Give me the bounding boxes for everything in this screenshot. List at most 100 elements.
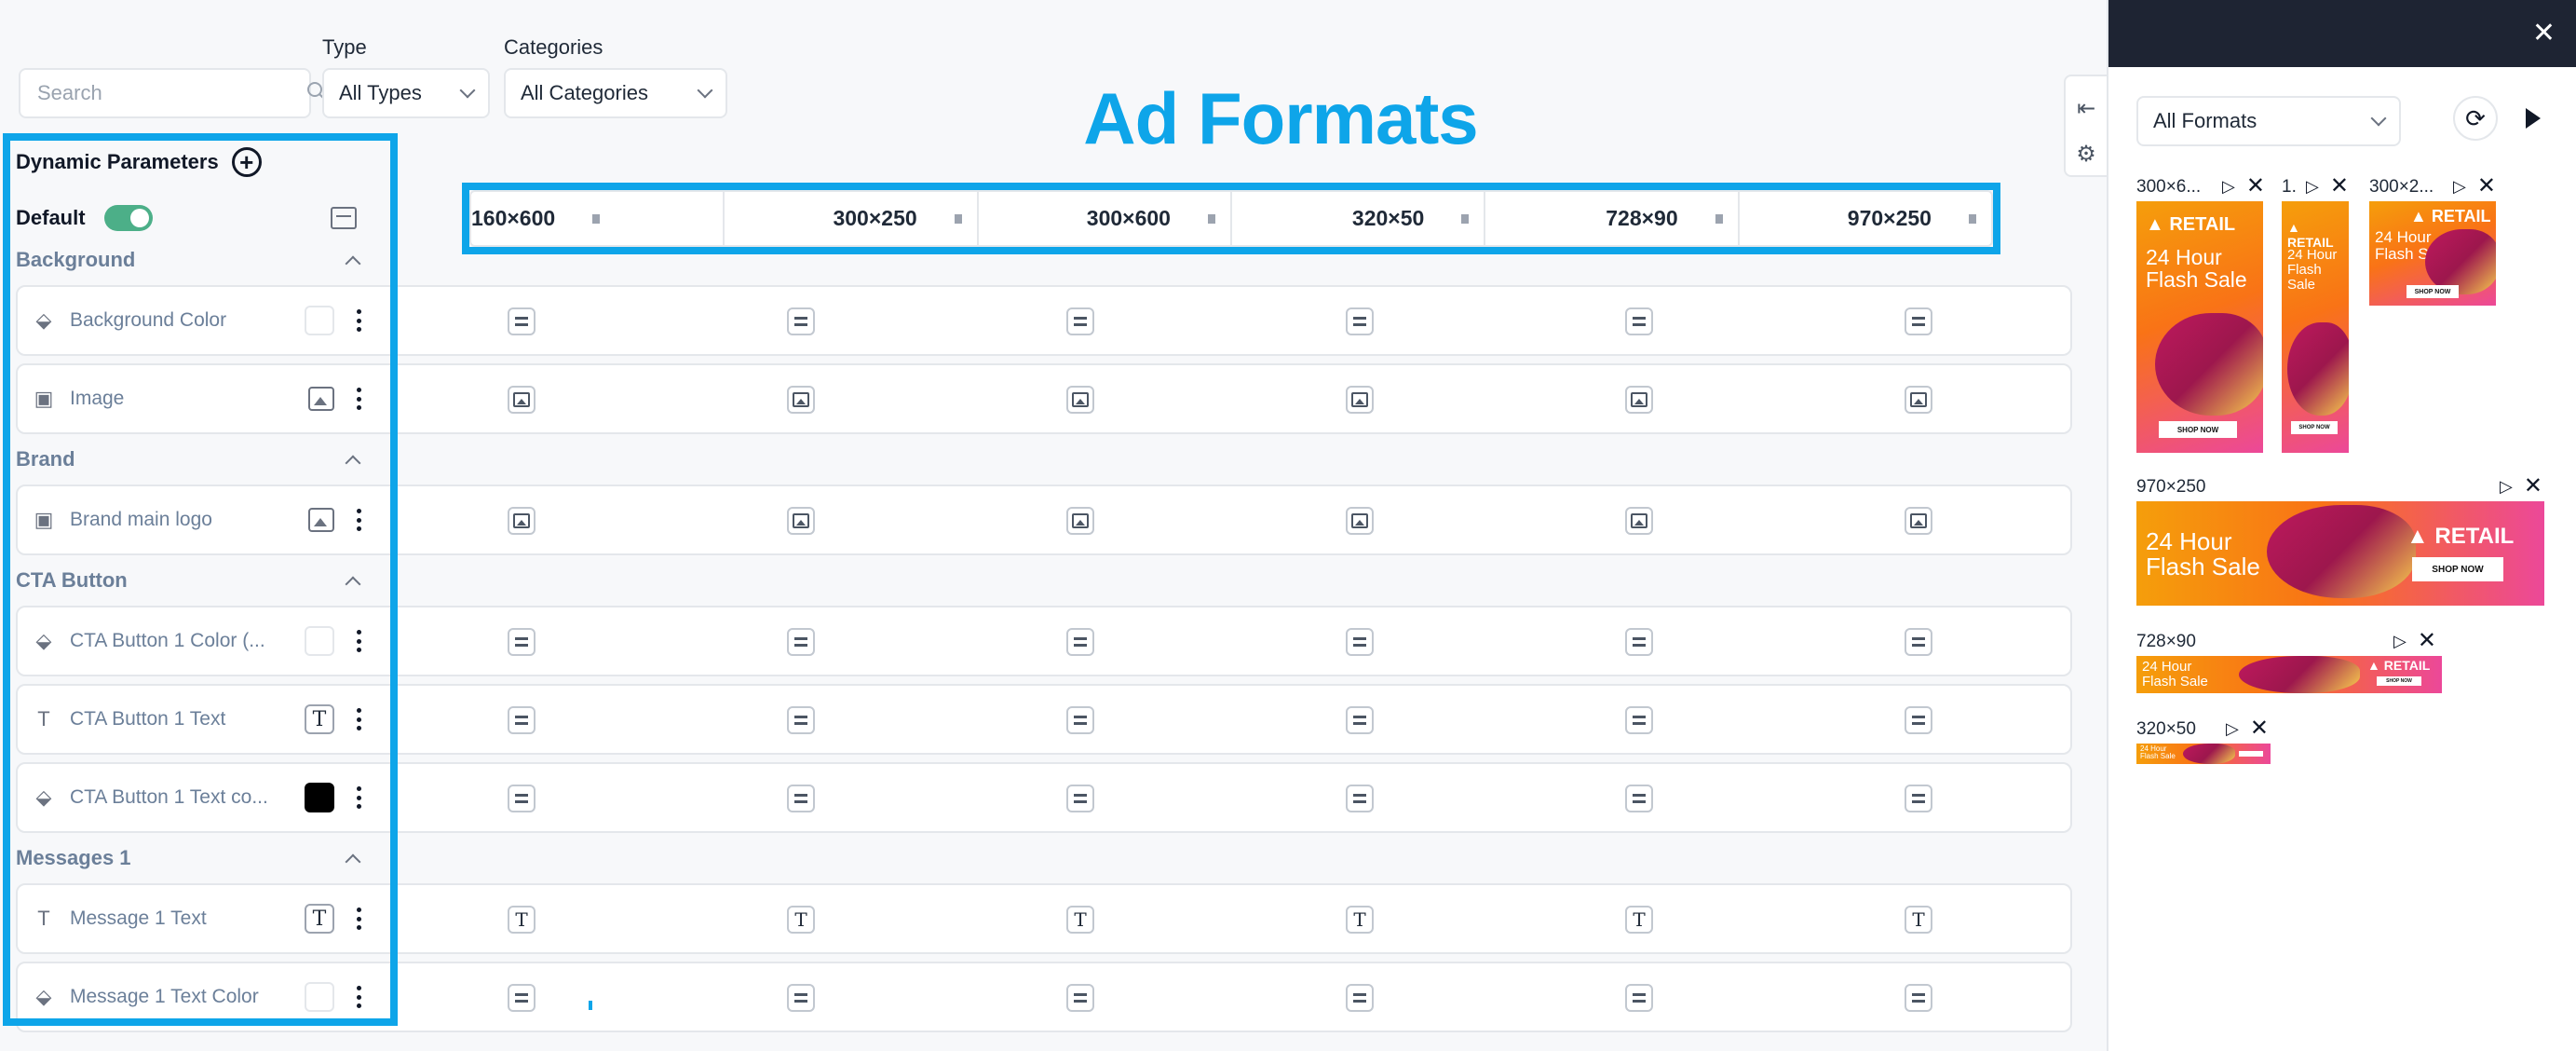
ad-preview-300x600[interactable]: ▲ RETAIL 24 Hour Flash Sale SHOP NOW — [2136, 201, 2263, 453]
format-image-icon[interactable] — [1346, 386, 1374, 414]
format-equals-icon[interactable] — [508, 984, 536, 1012]
format-equals-icon[interactable] — [1625, 307, 1653, 335]
format-equals-icon[interactable] — [787, 628, 815, 656]
format-equals-icon[interactable] — [1905, 307, 1932, 335]
more-options-icon[interactable] — [357, 986, 362, 1008]
format-equals-icon[interactable] — [1905, 628, 1932, 656]
format-image-icon[interactable] — [508, 507, 536, 535]
remove-icon[interactable]: ✕ — [2477, 175, 2496, 198]
format-image-icon[interactable] — [787, 507, 815, 535]
ad-preview-728x90[interactable]: 24 Hour Flash Sale ▲ RETAIL SHOP NOW — [2136, 656, 2442, 693]
categories-select[interactable]: All Categories — [504, 68, 727, 118]
drag-handle-icon[interactable] — [1461, 213, 1470, 224]
ad-preview-300x250[interactable]: ▲ RETAIL 24 Hour Flash Sale SHOP NOW — [2369, 201, 2496, 306]
preview-format-select[interactable]: All Formats — [2136, 96, 2401, 146]
remove-icon[interactable]: ✕ — [2250, 717, 2269, 740]
format-equals-icon[interactable] — [508, 706, 536, 734]
format-column-header[interactable]: 300×250 — [725, 192, 979, 245]
format-equals-icon[interactable] — [1066, 628, 1094, 656]
chevron-up-icon[interactable] — [345, 576, 361, 593]
play-icon[interactable]: ▷ — [2306, 177, 2319, 197]
parameter-row[interactable]: T Message 1 Text T T T T T T T — [16, 883, 2072, 954]
parameter-row[interactable]: ⬙ CTA Button 1 Text co... — [16, 762, 2072, 833]
ad-preview-320x50[interactable]: 24 Hour Flash Sale — [2136, 744, 2271, 764]
format-equals-icon[interactable] — [1625, 984, 1653, 1012]
format-equals-icon[interactable] — [1625, 628, 1653, 656]
color-swatch[interactable] — [305, 783, 334, 812]
search-box[interactable] — [19, 68, 326, 118]
format-equals-icon[interactable] — [508, 628, 536, 656]
image-type-icon[interactable] — [308, 387, 334, 411]
format-equals-icon[interactable] — [1905, 785, 1932, 812]
collapse-left-icon[interactable]: ⇤ — [2077, 95, 2095, 122]
format-equals-icon[interactable] — [1625, 785, 1653, 812]
format-text-icon[interactable]: T — [1346, 906, 1374, 934]
format-text-icon[interactable]: T — [1066, 906, 1094, 934]
format-equals-icon[interactable] — [1346, 628, 1374, 656]
format-equals-icon[interactable] — [1346, 706, 1374, 734]
default-toggle[interactable] — [103, 205, 153, 231]
format-equals-icon[interactable] — [787, 706, 815, 734]
format-equals-icon[interactable] — [787, 785, 815, 812]
parameter-row[interactable]: ▣ Image — [16, 363, 2072, 434]
format-image-icon[interactable] — [1625, 507, 1653, 535]
more-options-icon[interactable] — [357, 509, 362, 531]
format-equals-icon[interactable] — [1346, 984, 1374, 1012]
format-equals-icon[interactable] — [1066, 706, 1094, 734]
format-equals-icon[interactable] — [1066, 307, 1094, 335]
more-options-icon[interactable] — [357, 708, 362, 730]
format-column-header[interactable]: 728×90 — [1485, 192, 1740, 245]
format-equals-icon[interactable] — [1346, 307, 1374, 335]
more-options-icon[interactable] — [357, 309, 362, 332]
play-icon[interactable]: ▷ — [2222, 177, 2235, 197]
close-icon[interactable]: ✕ — [2532, 17, 2556, 49]
drag-handle-icon[interactable] — [1715, 213, 1723, 224]
color-swatch[interactable] — [305, 626, 334, 656]
format-equals-icon[interactable] — [508, 785, 536, 812]
format-text-icon[interactable]: T — [787, 906, 815, 934]
drag-handle-icon[interactable] — [954, 213, 962, 224]
format-image-icon[interactable] — [1346, 507, 1374, 535]
chevron-up-icon[interactable] — [345, 455, 361, 471]
format-text-icon[interactable]: T — [1905, 906, 1932, 934]
format-image-icon[interactable] — [1905, 507, 1932, 535]
format-column-header[interactable]: 970×250 — [1740, 192, 1991, 245]
format-equals-icon[interactable] — [508, 307, 536, 335]
ad-preview-160x600[interactable]: ▲ RETAIL 24 Hour Flash Sale SHOP NOW — [2282, 201, 2349, 453]
group-title[interactable]: CTA Button — [16, 568, 370, 593]
format-equals-icon[interactable] — [1905, 706, 1932, 734]
format-image-icon[interactable] — [787, 386, 815, 414]
refresh-button[interactable]: ⟳ — [2453, 96, 2498, 141]
parameter-row[interactable]: ⬙ Message 1 Text Color — [16, 962, 2072, 1032]
search-input[interactable] — [37, 81, 305, 105]
parameter-row[interactable]: ▣ Brand main logo — [16, 485, 2072, 555]
format-equals-icon[interactable] — [1066, 785, 1094, 812]
remove-icon[interactable]: ✕ — [2246, 175, 2265, 198]
remove-icon[interactable]: ✕ — [2524, 475, 2542, 498]
format-text-icon[interactable]: T — [508, 906, 536, 934]
play-all-button[interactable] — [2509, 96, 2554, 141]
format-image-icon[interactable] — [1905, 386, 1932, 414]
color-swatch[interactable] — [305, 306, 334, 335]
more-options-icon[interactable] — [357, 786, 362, 809]
more-options-icon[interactable] — [357, 388, 362, 410]
format-column-header[interactable]: 300×600 — [979, 192, 1232, 245]
group-title[interactable]: Background — [16, 248, 370, 272]
format-image-icon[interactable] — [1625, 386, 1653, 414]
drag-handle-icon[interactable] — [1968, 213, 1976, 224]
chevron-up-icon[interactable] — [345, 853, 361, 870]
text-type-icon[interactable]: T — [305, 704, 334, 734]
group-title[interactable]: Brand — [16, 447, 370, 471]
parameter-row[interactable]: T CTA Button 1 Text T — [16, 684, 2072, 755]
format-equals-icon[interactable] — [787, 307, 815, 335]
format-image-icon[interactable] — [1066, 507, 1094, 535]
format-column-header[interactable]: 160×600 — [471, 192, 725, 245]
format-equals-icon[interactable] — [1905, 984, 1932, 1012]
chevron-up-icon[interactable] — [345, 255, 361, 272]
format-image-icon[interactable] — [1066, 386, 1094, 414]
drag-handle-icon[interactable] — [592, 213, 601, 224]
play-icon[interactable]: ▷ — [2393, 632, 2407, 651]
ad-preview-970x250[interactable]: 24 Hour Flash Sale ▲ RETAIL SHOP NOW — [2136, 501, 2544, 606]
add-parameter-icon[interactable]: + — [231, 147, 262, 177]
format-text-icon[interactable]: T — [1625, 906, 1653, 934]
